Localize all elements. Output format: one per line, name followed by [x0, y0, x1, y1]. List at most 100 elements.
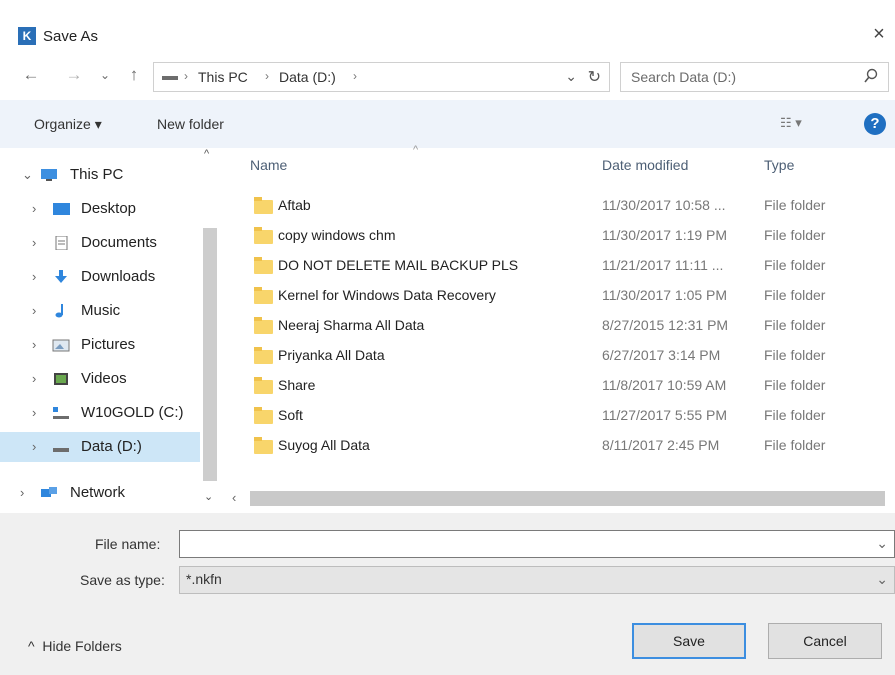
file-date: 8/27/2015 12:31 PM	[602, 317, 729, 333]
drive-icon	[162, 76, 178, 80]
recent-locations-icon[interactable]: ⌄	[94, 64, 116, 86]
download-arrow-icon	[55, 270, 67, 283]
scroll-down-icon[interactable]: ⌄	[204, 490, 213, 503]
chevron-right-icon[interactable]: ›	[20, 485, 24, 500]
app-icon: K	[18, 27, 36, 45]
file-row[interactable]: Suyog All Data 8/11/2017 2:45 PM File fo…	[220, 431, 895, 461]
chevron-right-icon[interactable]: ›	[32, 371, 36, 386]
sidebar-item-label: This PC	[70, 166, 124, 183]
chevron-down-icon[interactable]: ⌄	[22, 167, 33, 183]
save-as-type-label: Save as type:	[80, 572, 165, 588]
sidebar-item-pictures[interactable]: › Pictures	[0, 330, 200, 360]
save-button[interactable]: Save	[632, 623, 746, 659]
file-type: File folder	[764, 227, 826, 243]
file-row[interactable]: copy windows chm 11/30/2017 1:19 PM File…	[220, 221, 895, 251]
horizontal-scrollbar[interactable]: ‹	[220, 485, 895, 513]
refresh-icon[interactable]: ↻	[588, 67, 601, 87]
sidebar-item-desktop[interactable]: › Desktop	[0, 194, 200, 224]
sidebar-item-music[interactable]: › Music	[0, 296, 200, 326]
scroll-left-icon[interactable]: ‹	[232, 490, 236, 505]
file-list: Name ^ Date modified Type Aftab 11/30/20…	[220, 144, 895, 513]
scrollbar-thumb[interactable]	[203, 228, 217, 481]
file-type: File folder	[764, 317, 826, 333]
file-name: Kernel for Windows Data Recovery	[278, 287, 496, 303]
search-input[interactable]	[629, 67, 858, 87]
file-date: 11/27/2017 5:55 PM	[602, 407, 728, 423]
file-type: File folder	[764, 437, 826, 453]
sidebar-item-label: Network	[70, 484, 126, 501]
sidebar-item-label: Data (D:)	[81, 438, 142, 455]
up-arrow-icon[interactable]: ↑	[123, 64, 145, 86]
file-name: Share	[278, 377, 316, 393]
new-folder-button[interactable]: New folder	[157, 116, 224, 132]
sidebar-item-videos[interactable]: › Videos	[0, 364, 200, 394]
sidebar-item-label: Documents	[81, 234, 157, 251]
file-type: File folder	[764, 287, 826, 303]
chevron-right-icon[interactable]: ›	[32, 303, 36, 318]
scroll-up-icon[interactable]: ^	[204, 148, 209, 160]
close-icon[interactable]: ×	[867, 22, 891, 46]
save-as-dialog: K Save As × ← → ⌄ ↑ › This PC › Data (D:…	[0, 0, 895, 675]
folder-icon	[254, 227, 273, 244]
organize-button[interactable]: Organize ▾	[34, 116, 102, 133]
sidebar-item-this-pc[interactable]: ⌄ This PC	[0, 160, 200, 190]
sidebar-scrollbar[interactable]: ^ ⌄	[200, 148, 220, 513]
chevron-right-icon[interactable]: ›	[32, 405, 36, 420]
chevron-right-icon[interactable]: ›	[32, 269, 36, 284]
chevron-right-icon[interactable]: ›	[32, 201, 36, 216]
file-name: copy windows chm	[278, 227, 396, 243]
video-icon	[54, 373, 68, 385]
back-arrow-icon[interactable]: ←	[20, 64, 42, 86]
title-bar: K Save As ×	[0, 8, 895, 54]
folder-icon	[254, 407, 273, 424]
file-name: Suyog All Data	[278, 437, 370, 453]
forward-arrow-icon[interactable]: →	[63, 64, 85, 86]
breadcrumb-separator: ›	[265, 69, 269, 83]
breadcrumb-separator: ›	[353, 69, 357, 83]
file-row[interactable]: DO NOT DELETE MAIL BACKUP PLS 11/21/2017…	[220, 251, 895, 281]
sidebar-item-label: Videos	[81, 370, 127, 387]
column-header-date-modified[interactable]: Date modified	[602, 157, 688, 173]
sidebar-item-downloads[interactable]: › Downloads	[0, 262, 200, 292]
file-row[interactable]: Soft 11/27/2017 5:55 PM File folder	[220, 401, 895, 431]
help-icon[interactable]: ?	[864, 113, 886, 135]
address-bar[interactable]: › This PC › Data (D:) › ⌄ ↻	[153, 62, 610, 92]
command-toolbar: Organize ▾ New folder ☷ ▾ ?	[0, 100, 895, 148]
breadcrumb-this-pc[interactable]: This PC	[198, 69, 248, 85]
documents-icon	[55, 236, 68, 250]
file-row[interactable]: Priyanka All Data 6/27/2017 3:14 PM File…	[220, 341, 895, 371]
file-row[interactable]: Aftab 11/30/2017 10:58 ... File folder	[220, 191, 895, 221]
windows-drive-icon	[53, 407, 69, 419]
column-header-type[interactable]: Type	[764, 157, 794, 173]
sidebar-item-w10gold-c[interactable]: › W10GOLD (C:)	[0, 398, 200, 428]
file-date: 11/8/2017 10:59 AM	[602, 377, 727, 393]
breadcrumb-data-d[interactable]: Data (D:)	[279, 69, 336, 85]
sidebar-item-label: Desktop	[81, 200, 137, 217]
chevron-right-icon[interactable]: ›	[32, 439, 36, 454]
chevron-right-icon[interactable]: ›	[32, 337, 36, 352]
cancel-button[interactable]: Cancel	[768, 623, 882, 659]
file-name-field[interactable]: ⌄	[179, 530, 895, 558]
file-row[interactable]: Kernel for Windows Data Recovery 11/30/2…	[220, 281, 895, 311]
file-row[interactable]: Share 11/8/2017 10:59 AM File folder	[220, 371, 895, 401]
chevron-down-icon[interactable]: ⌄	[876, 571, 888, 588]
chevron-down-icon[interactable]: ⌄	[565, 68, 577, 85]
save-as-type-select[interactable]: *.nkfn ⌄	[179, 566, 895, 594]
sidebar-item-documents[interactable]: › Documents	[0, 228, 200, 258]
column-header-name[interactable]: Name	[250, 157, 287, 173]
chevron-down-icon[interactable]: ⌄	[876, 535, 888, 552]
search-box[interactable]	[620, 62, 889, 92]
view-options-icon[interactable]: ☷ ▾	[780, 115, 802, 131]
search-icon[interactable]	[863, 68, 879, 84]
file-name: Soft	[278, 407, 303, 423]
file-name-input[interactable]	[184, 535, 868, 555]
file-name-label: File name:	[95, 536, 161, 552]
hide-folders-button[interactable]: ^ Hide Folders	[28, 638, 122, 654]
sidebar-item-network[interactable]: › Network	[0, 478, 200, 508]
scrollbar-thumb[interactable]	[250, 491, 885, 506]
chevron-right-icon[interactable]: ›	[32, 235, 36, 250]
sidebar-item-label: Downloads	[81, 268, 156, 285]
file-date: 8/11/2017 2:45 PM	[602, 437, 720, 453]
file-row[interactable]: Neeraj Sharma All Data 8/27/2015 12:31 P…	[220, 311, 895, 341]
sidebar-item-data-d[interactable]: › Data (D:)	[0, 432, 200, 462]
